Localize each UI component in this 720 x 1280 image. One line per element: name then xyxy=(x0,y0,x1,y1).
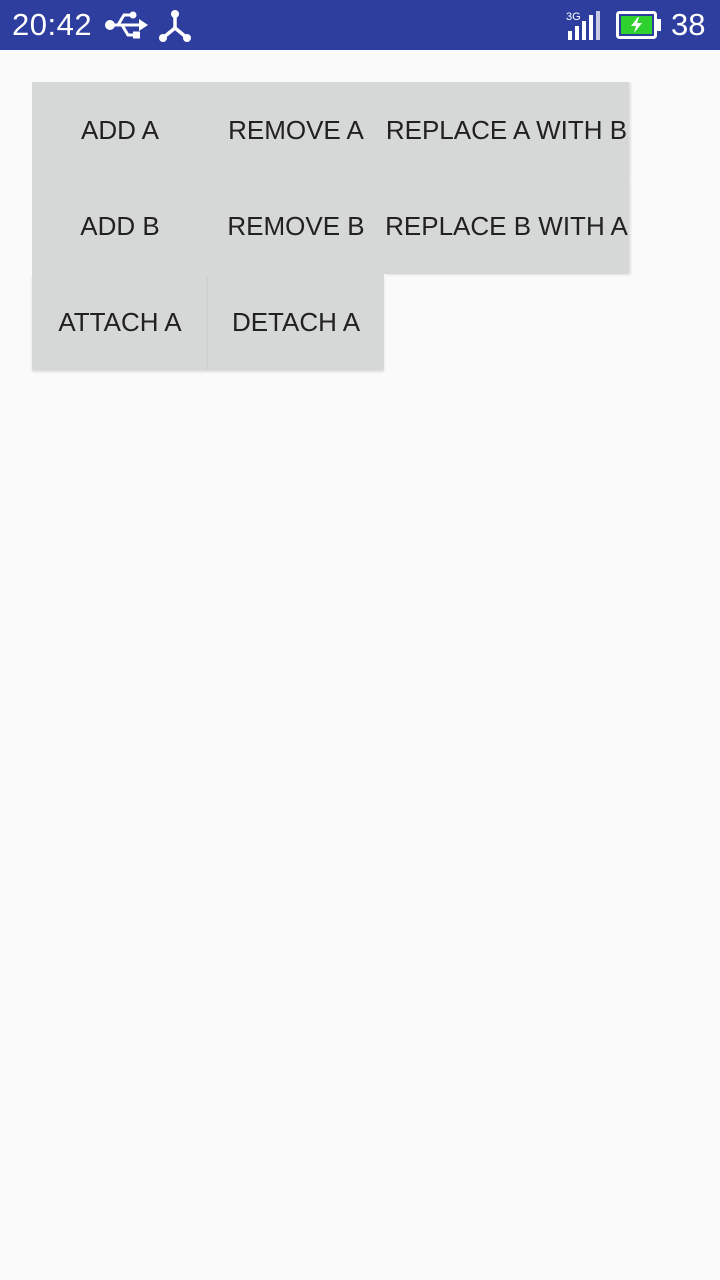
replace-a-with-b-button[interactable]: REPLACE A WITH B xyxy=(384,82,629,178)
attach-a-button[interactable]: ATTACH A xyxy=(32,274,208,370)
battery-charging-icon xyxy=(616,11,661,39)
remove-b-button[interactable]: REMOVE B xyxy=(208,178,384,274)
battery-level: 38 xyxy=(671,7,706,42)
share-icon xyxy=(159,10,191,42)
replace-b-with-a-button[interactable]: REPLACE B WITH A xyxy=(384,178,629,274)
detach-a-button[interactable]: DETACH A xyxy=(208,274,384,370)
signal-label: 3G xyxy=(566,11,581,23)
signal-3g-icon: 3G xyxy=(566,11,600,40)
add-b-button[interactable]: ADD B xyxy=(32,178,208,274)
remove-a-button[interactable]: REMOVE A xyxy=(208,82,384,178)
usb-icon xyxy=(105,11,148,39)
status-time: 20:42 xyxy=(12,7,93,42)
status-bar: 20:42 3G 38 xyxy=(0,0,720,50)
add-a-button[interactable]: ADD A xyxy=(32,82,208,178)
